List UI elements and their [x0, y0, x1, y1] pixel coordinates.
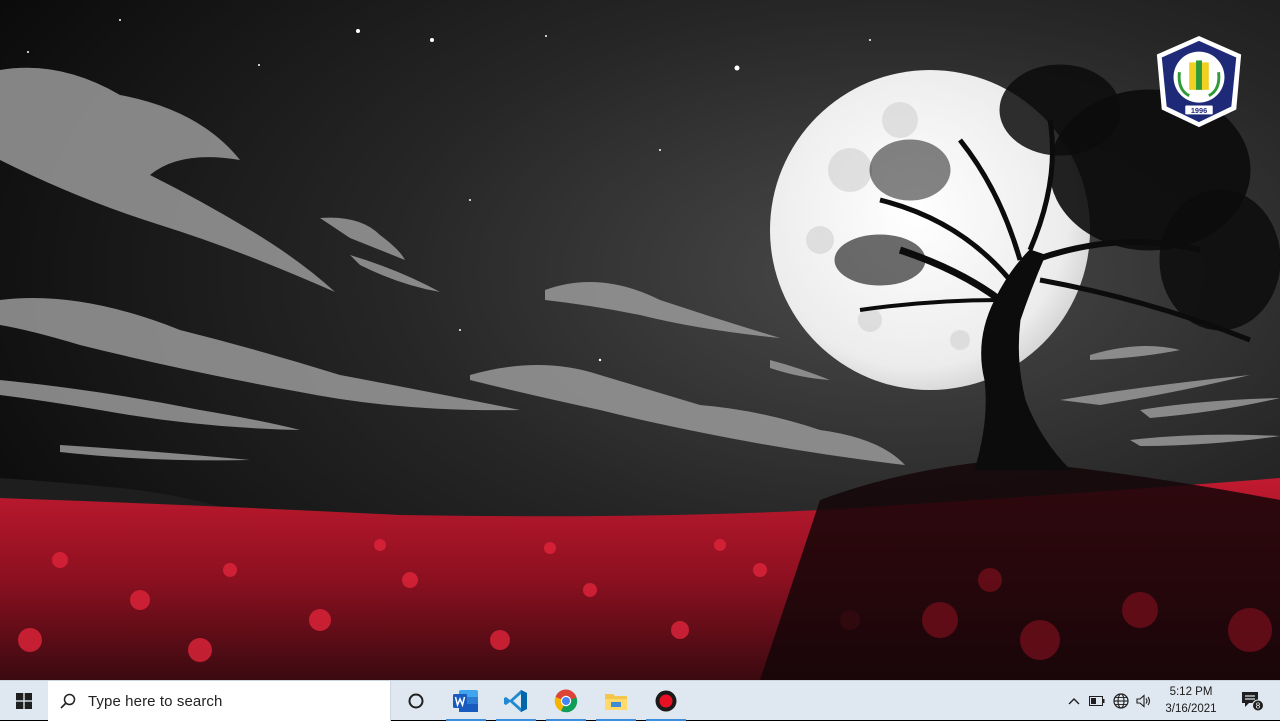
battery-button[interactable]	[1085, 681, 1109, 721]
desktop[interactable]: 1996	[0, 0, 1280, 680]
chevron-up-icon	[1068, 698, 1080, 705]
taskbar: Type here to search 5:12 PM 3/16/2021 8	[0, 680, 1280, 721]
taskbar-app-chrome[interactable]	[542, 681, 590, 721]
chrome-icon	[554, 689, 578, 713]
network-globe-icon	[1113, 693, 1129, 709]
circle-icon	[408, 693, 424, 709]
battery-icon	[1089, 696, 1105, 706]
action-center-button[interactable]: 8	[1232, 681, 1272, 721]
vscode-icon	[504, 690, 527, 712]
search-placeholder: Type here to search	[88, 692, 223, 710]
wallpaper-image	[0, 0, 1280, 680]
notification-icon: 8	[1242, 692, 1264, 712]
network-button[interactable]	[1109, 681, 1133, 721]
taskbar-app-recorder[interactable]	[642, 681, 690, 721]
taskbar-app-word[interactable]	[442, 681, 490, 721]
search-input[interactable]: Type here to search	[48, 681, 391, 721]
start-button[interactable]	[0, 681, 48, 721]
cortana-button[interactable]	[392, 681, 440, 721]
clock-time: 5:12 PM	[1169, 686, 1213, 698]
taskbar-app-file-explorer[interactable]	[592, 681, 640, 721]
word-icon	[453, 690, 478, 712]
volume-icon	[1136, 694, 1151, 708]
university-logo-badge: 1996	[1156, 35, 1242, 128]
notification-count: 8	[1256, 702, 1261, 711]
windows-logo-icon	[16, 693, 32, 709]
record-icon	[655, 690, 677, 712]
taskbar-app-vscode[interactable]	[492, 681, 540, 721]
badge-year: 1996	[1191, 106, 1207, 115]
folder-icon	[605, 694, 627, 710]
clock-date: 3/16/2021	[1165, 703, 1217, 715]
show-hidden-icons-button[interactable]	[1062, 681, 1086, 721]
clock[interactable]: 5:12 PM 3/16/2021	[1158, 684, 1224, 718]
search-icon	[60, 693, 76, 709]
volume-button[interactable]	[1132, 681, 1156, 721]
